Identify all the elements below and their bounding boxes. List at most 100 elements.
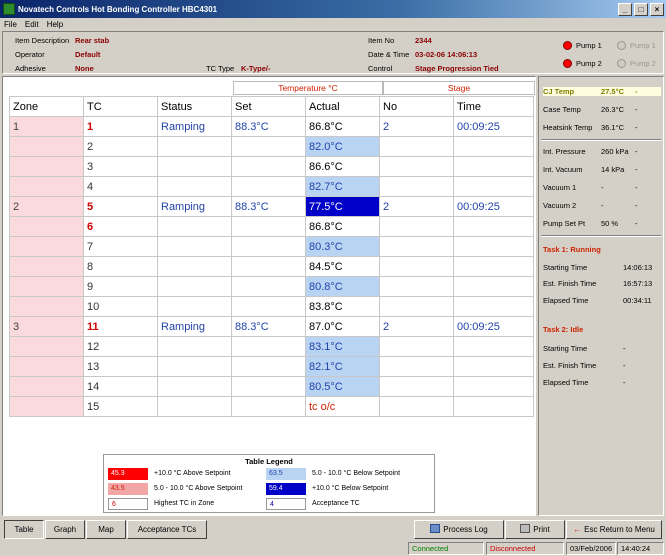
header-status[interactable]: Status bbox=[157, 96, 232, 117]
table-row[interactable]: 13 82.1°C bbox=[9, 356, 534, 377]
header-time[interactable]: Time bbox=[453, 96, 534, 117]
return-to-menu-button[interactable]: ← Esc Return to Menu bbox=[566, 520, 662, 539]
close-button[interactable]: × bbox=[650, 2, 664, 16]
stage-no-cell bbox=[379, 296, 454, 317]
task-1-title: Task 1: Running bbox=[543, 245, 601, 254]
menu-help[interactable]: Help bbox=[43, 20, 67, 29]
vacuum-2-row: Vacuum 2 - - bbox=[543, 201, 661, 210]
pump-2-alt-label: Pump 2 bbox=[630, 59, 656, 68]
status-cell bbox=[157, 236, 232, 257]
operator-value: Default bbox=[75, 50, 101, 59]
stage-time-cell bbox=[453, 356, 534, 377]
header-no[interactable]: No bbox=[379, 96, 454, 117]
set-cell bbox=[231, 356, 306, 377]
stage-no-cell bbox=[379, 176, 454, 197]
header-zone[interactable]: Zone bbox=[9, 96, 84, 117]
minimize-button[interactable]: _ bbox=[618, 2, 632, 16]
task-2-elapsed-row: Elapsed Time - bbox=[543, 378, 661, 387]
actual-cell: 82.7°C bbox=[305, 176, 380, 197]
maximize-button[interactable]: □ bbox=[634, 2, 648, 16]
actual-cell: 86.6°C bbox=[305, 156, 380, 177]
heatsink-temp-row: Heatsink Temp 36.1°C - bbox=[543, 123, 661, 132]
int-vacuum-value: 14 kPa bbox=[601, 165, 625, 174]
zone-cell bbox=[9, 256, 84, 277]
table-row[interactable]: 10 83.8°C bbox=[9, 296, 534, 317]
case-temp-label: Case Temp bbox=[543, 105, 581, 114]
acceptance-tcs-button[interactable]: Acceptance TCs bbox=[127, 520, 207, 539]
process-log-label: Process Log bbox=[443, 525, 488, 534]
side-divider-1 bbox=[541, 139, 661, 141]
table-row[interactable]: 7 80.3°C bbox=[9, 236, 534, 257]
table-row[interactable]: 14 80.5°C bbox=[9, 376, 534, 397]
stage-no-cell bbox=[379, 336, 454, 357]
pump-2-alt-led-icon bbox=[617, 59, 626, 68]
header-actual[interactable]: Actual bbox=[305, 96, 380, 117]
map-view-button[interactable]: Map bbox=[86, 520, 126, 539]
task-2-title: Task 2: Idle bbox=[543, 325, 584, 334]
actual-cell: 80.8°C bbox=[305, 276, 380, 297]
print-button[interactable]: Print bbox=[505, 520, 565, 539]
task-2-start-label: Starting Time bbox=[543, 344, 588, 353]
stage-no-cell: 2 bbox=[379, 196, 454, 217]
pump-2-alt-indicator[interactable]: Pump 2 bbox=[617, 59, 656, 68]
table-header-row: Zone TC Status Set Actual No Time bbox=[9, 96, 534, 117]
menu-edit[interactable]: Edit bbox=[21, 20, 43, 29]
zone-table-panel: Temperature °C Stage Zone TC Status Set … bbox=[2, 76, 536, 516]
table-row[interactable]: 3 86.6°C bbox=[9, 156, 534, 177]
table-row[interactable]: 6 86.8°C bbox=[9, 216, 534, 237]
table-row[interactable]: 9 80.8°C bbox=[9, 276, 534, 297]
table-row[interactable]: 12 83.1°C bbox=[9, 336, 534, 357]
bottom-toolbar: Table Graph Map Acceptance TCs Process L… bbox=[2, 518, 664, 540]
table-row[interactable]: 2 5 Ramping 88.3°C 77.5°C 2 00:09:25 bbox=[9, 196, 534, 217]
status-cell: Ramping bbox=[157, 196, 232, 217]
tc-cell: 8 bbox=[83, 256, 158, 277]
actual-cell: 86.8°C bbox=[305, 116, 380, 137]
table-view-button[interactable]: Table bbox=[4, 520, 44, 539]
legend-swatch-highest-tc: 6 bbox=[108, 498, 148, 510]
pump-2-indicator[interactable]: Pump 2 bbox=[563, 59, 602, 68]
process-log-button[interactable]: Process Log bbox=[414, 520, 504, 539]
actual-cell: 80.5°C bbox=[305, 376, 380, 397]
app-icon bbox=[3, 3, 15, 15]
vacuum-1-label: Vacuum 1 bbox=[543, 183, 577, 192]
stage-no-cell bbox=[379, 156, 454, 177]
cj-temp-label: CJ Temp bbox=[543, 87, 575, 96]
case-temp-value: 26.3°C bbox=[601, 105, 625, 114]
actual-cell: 84.5°C bbox=[305, 256, 380, 277]
header-set[interactable]: Set bbox=[231, 96, 306, 117]
side-divider-2 bbox=[541, 235, 661, 237]
task-2-start-value: - bbox=[623, 344, 626, 353]
actual-cell: 82.1°C bbox=[305, 356, 380, 377]
menu-file[interactable]: File bbox=[0, 20, 21, 29]
graph-view-button[interactable]: Graph bbox=[45, 520, 85, 539]
table-row[interactable]: 15 tc o/c bbox=[9, 396, 534, 417]
tc-cell: 10 bbox=[83, 296, 158, 317]
set-cell: 88.3°C bbox=[231, 316, 306, 337]
table-row[interactable]: 8 84.5°C bbox=[9, 256, 534, 277]
pump-1-indicator[interactable]: Pump 1 bbox=[563, 41, 602, 50]
actual-cell: 77.5°C bbox=[305, 196, 380, 217]
table-row[interactable]: 3 11 Ramping 88.3°C 87.0°C 2 00:09:25 bbox=[9, 316, 534, 337]
stage-time-cell: 00:09:25 bbox=[453, 316, 534, 337]
stage-time-cell: 00:09:25 bbox=[453, 196, 534, 217]
header-tc[interactable]: TC bbox=[83, 96, 158, 117]
pump-set-row: Pump Set Pt 50 % - bbox=[543, 219, 661, 228]
legend-swatch-below-5: 63.5 bbox=[266, 468, 306, 480]
table-legend: Table Legend 45.3 +10.0 °C Above Setpoin… bbox=[103, 454, 435, 513]
zone-cell bbox=[9, 296, 84, 317]
task-1-finish-row: Est. Finish Time 16:57:13 bbox=[543, 279, 661, 288]
status-cell bbox=[157, 376, 232, 397]
actual-cell: tc o/c bbox=[305, 396, 380, 417]
item-no-value: 2344 bbox=[415, 36, 432, 45]
stage-no-cell bbox=[379, 276, 454, 297]
legend-text-above-5: 5.0 - 10.0 °C Above Setpoint bbox=[154, 485, 243, 492]
zone-cell: 3 bbox=[9, 316, 84, 337]
actual-cell: 83.1°C bbox=[305, 336, 380, 357]
stage-time-cell bbox=[453, 136, 534, 157]
table-row[interactable]: 2 82.0°C bbox=[9, 136, 534, 157]
pump-1-alt-indicator[interactable]: Pump 1 bbox=[617, 41, 656, 50]
table-row[interactable]: 4 82.7°C bbox=[9, 176, 534, 197]
status-cell bbox=[157, 276, 232, 297]
table-row[interactable]: 1 1 Ramping 88.3°C 86.8°C 2 00:09:25 bbox=[9, 116, 534, 137]
vacuum-1-value: - bbox=[601, 183, 604, 192]
